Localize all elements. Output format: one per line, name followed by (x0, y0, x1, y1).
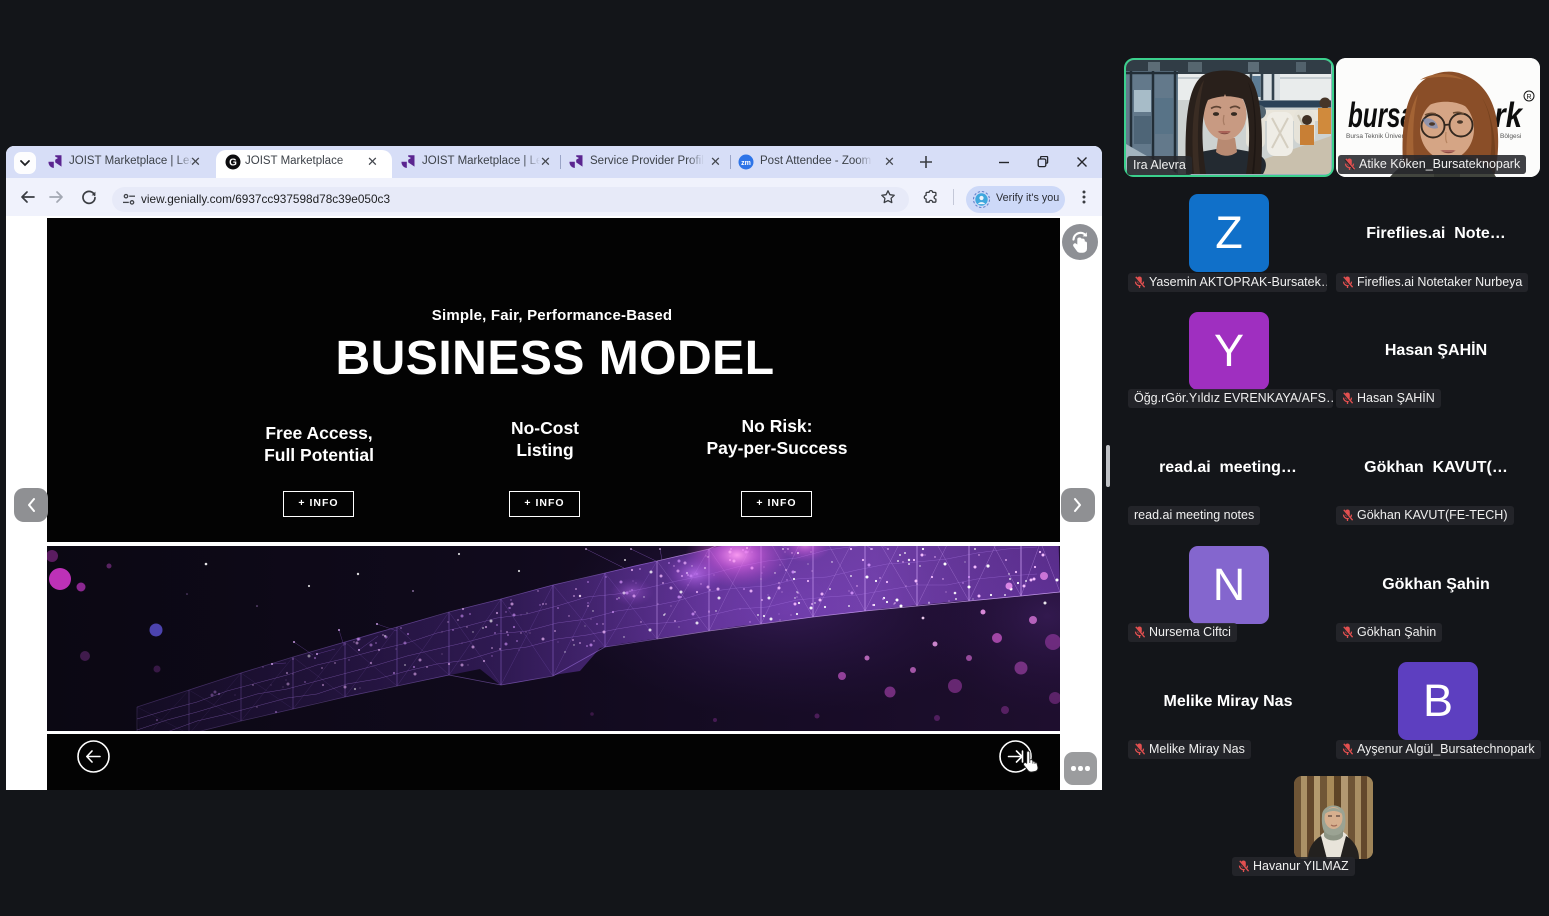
svg-text:R: R (1526, 94, 1531, 101)
svg-text:zm: zm (741, 160, 751, 167)
svg-text:Bursa Teknik Üniver: Bursa Teknik Üniver (1346, 132, 1405, 140)
svg-text:Bölgesi: Bölgesi (1500, 133, 1521, 140)
svg-text:G: G (229, 158, 237, 169)
